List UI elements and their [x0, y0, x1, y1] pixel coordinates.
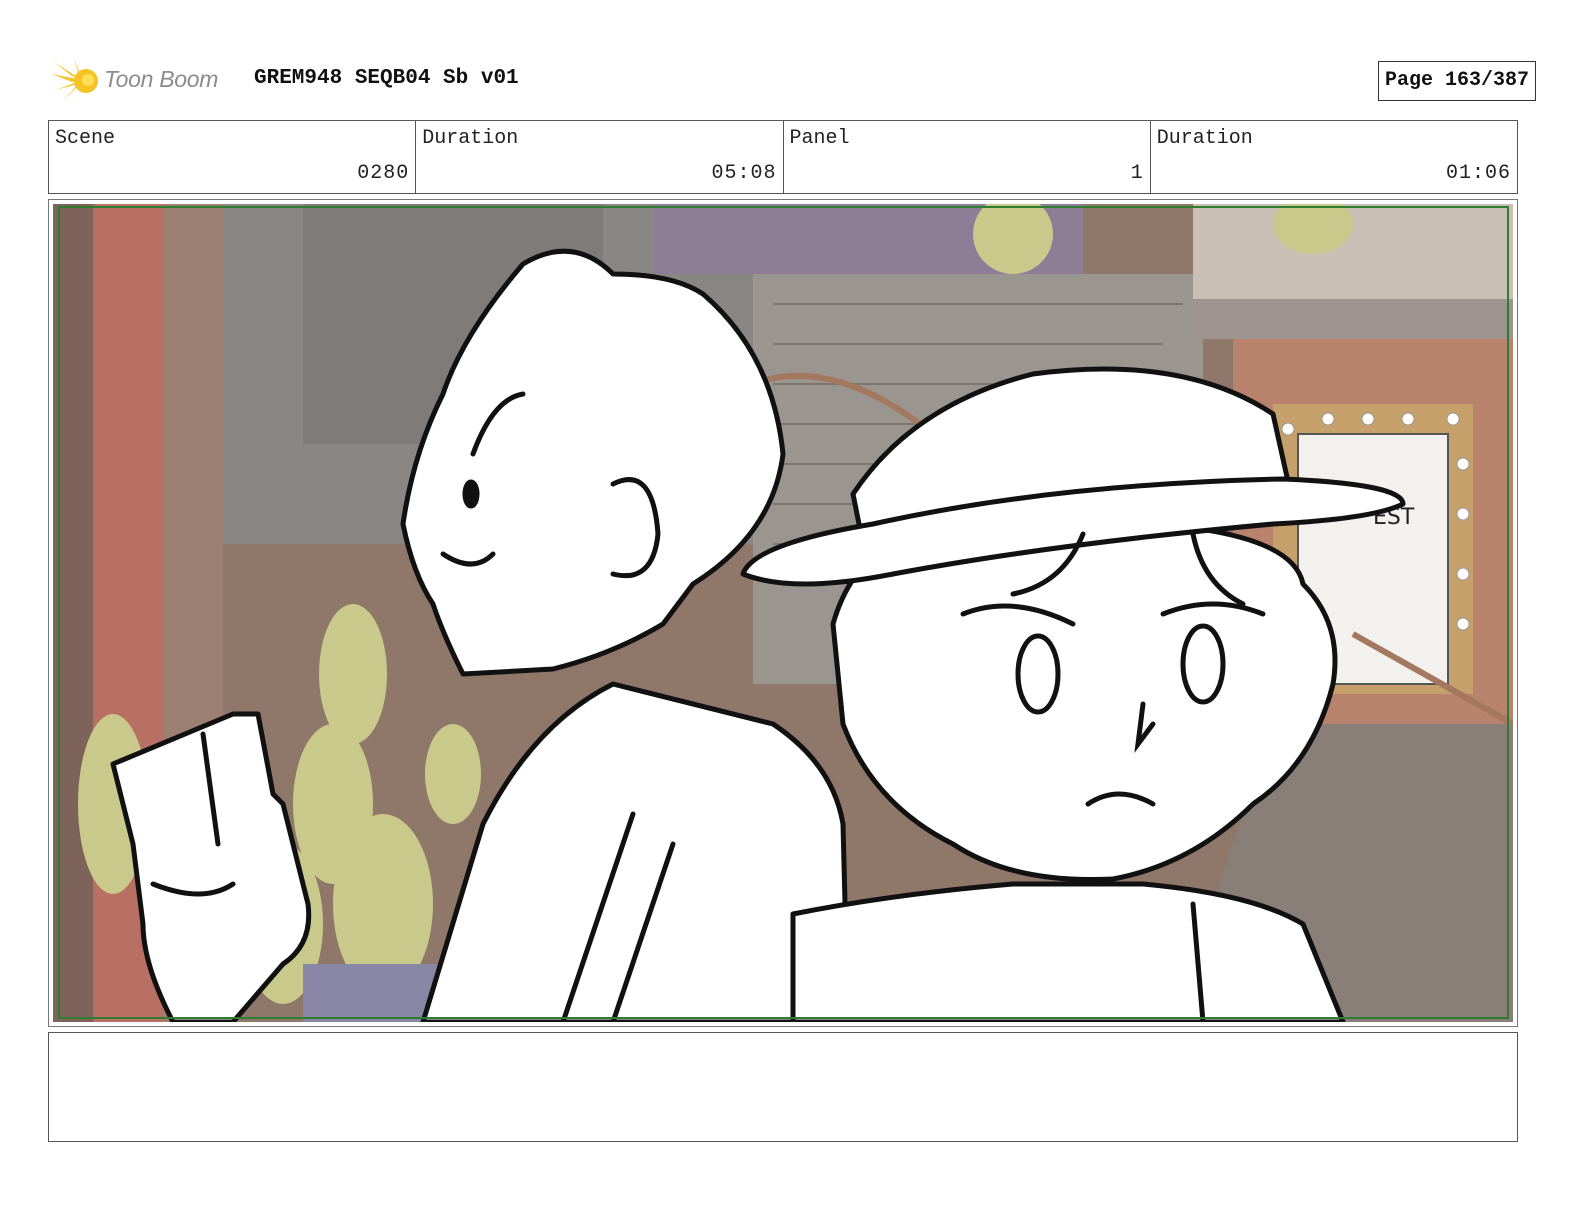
scene-cell: Scene 0280 [49, 121, 417, 193]
panel-duration-value: 01:06 [1445, 162, 1511, 185]
logo-burst-icon [52, 58, 98, 102]
document-title: GREM948 SEQB04 Sb v01 [254, 67, 519, 90]
scene-label: Scene [55, 127, 116, 150]
page-header: Toon Boom GREM948 SEQB04 Sb v01 Page 163… [52, 56, 1536, 106]
panel-info-row: Scene 0280 Duration 05:08 Panel 1 Durati… [48, 120, 1518, 194]
panel-drawing: EST [53, 204, 1513, 1022]
panel-value: 1 [1130, 162, 1144, 185]
toon-boom-logo: Toon Boom [52, 56, 242, 106]
panel-duration-cell: Duration 01:06 [1151, 121, 1517, 193]
storyboard-panel-frame: EST [48, 199, 1518, 1027]
panel-duration-label: Duration [1156, 127, 1253, 150]
scene-duration-value: 05:08 [711, 162, 777, 185]
scene-duration-cell: Duration 05:08 [416, 121, 784, 193]
scene-value: 0280 [357, 162, 410, 185]
panel-label: Panel [789, 127, 850, 150]
scene-duration-label: Duration [422, 127, 519, 150]
panel-notes-box [48, 1032, 1518, 1142]
storyboard-panel-image: EST [53, 204, 1513, 1022]
panel-cell: Panel 1 [784, 121, 1151, 193]
page-indicator: Page 163/387 [1377, 61, 1536, 101]
logo-text: Toon Boom [104, 66, 219, 92]
